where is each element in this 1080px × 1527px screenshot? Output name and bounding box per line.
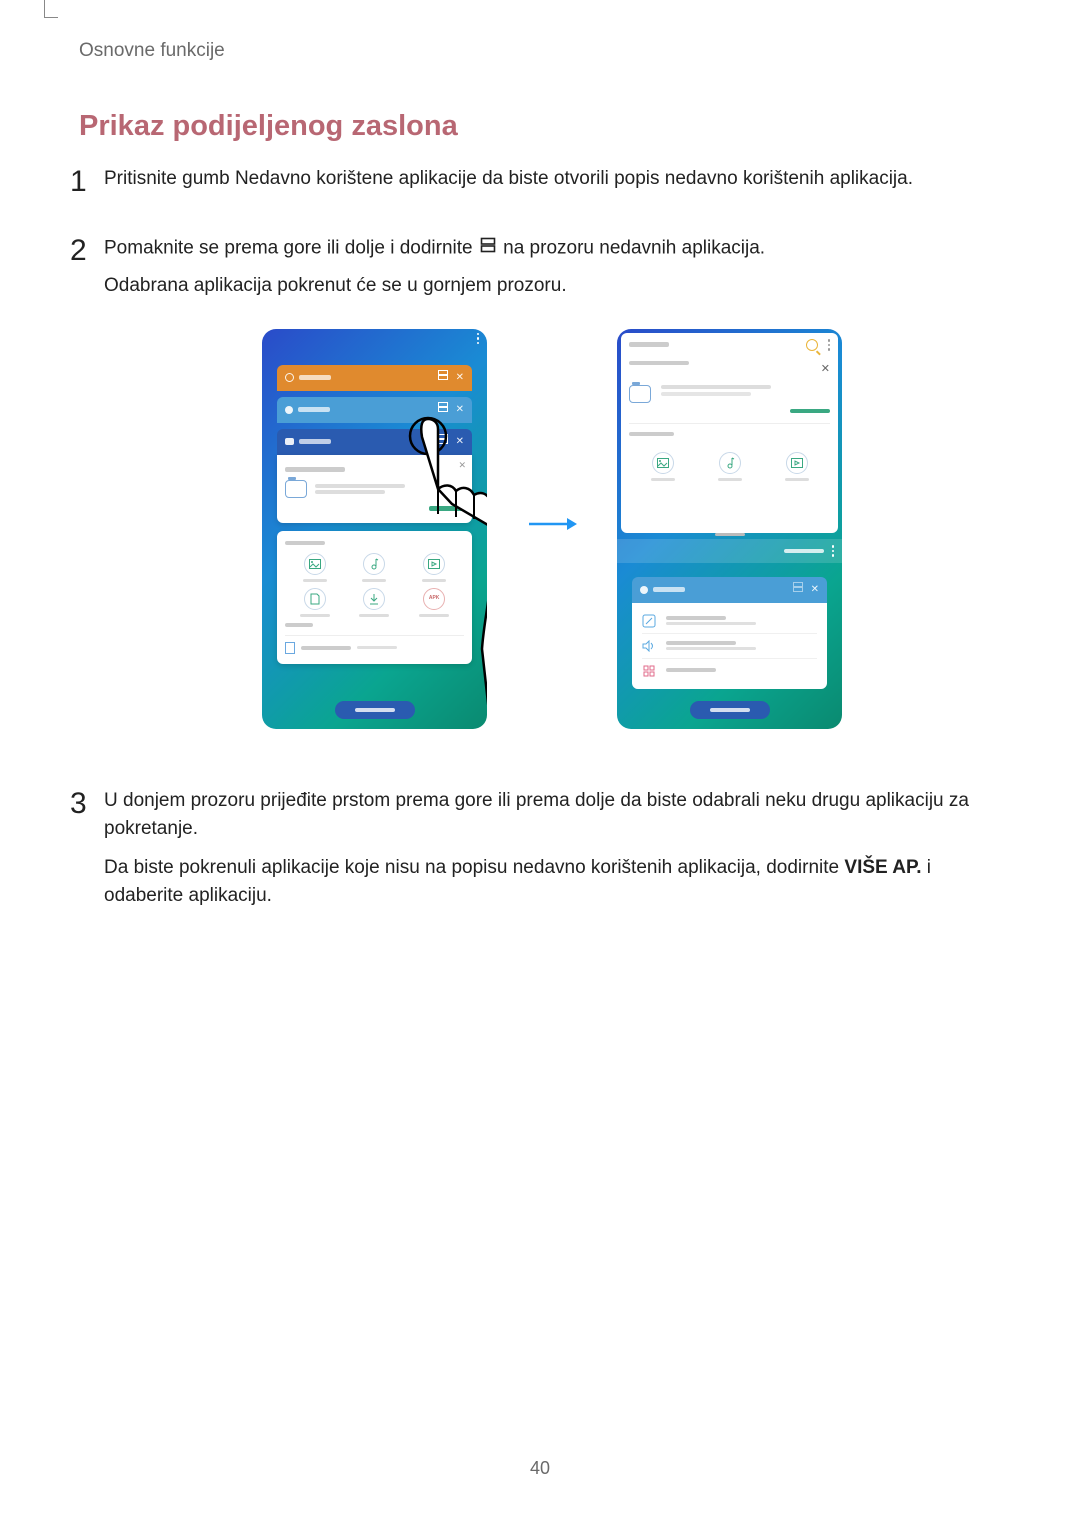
phone-left: ✕ ✕ bbox=[262, 329, 487, 729]
phone-statusbar bbox=[262, 329, 487, 349]
more-apps-bar bbox=[617, 539, 842, 563]
close-icon: ✕ bbox=[456, 370, 464, 385]
recent-card-header: ✕ bbox=[632, 577, 827, 603]
step-3: 3 U donjem prozoru prijeđite prstom prem… bbox=[70, 787, 1000, 921]
split-bottom-recents: ✕ bbox=[632, 571, 827, 689]
search-icon bbox=[806, 339, 818, 351]
step-1: 1 Pritisnite gumb Nedavno korištene apli… bbox=[70, 165, 1000, 204]
split-top-app: ✕ bbox=[621, 333, 838, 533]
music-icon bbox=[719, 452, 741, 474]
recent-card-header: ✕ bbox=[277, 365, 472, 391]
step-body: Pomaknite se prema gore ili dolje i dodi… bbox=[104, 234, 1000, 757]
hand-pointer-icon bbox=[392, 389, 487, 729]
sound-icon bbox=[642, 639, 656, 653]
page-number: 40 bbox=[0, 1458, 1080, 1479]
close-all-button bbox=[690, 701, 770, 719]
split-view-icon bbox=[480, 234, 496, 263]
video-icon bbox=[786, 452, 808, 474]
steps-container: 1 Pritisnite gumb Nedavno korištene apli… bbox=[70, 165, 1000, 951]
notifications-icon bbox=[642, 664, 656, 678]
folder-icon bbox=[629, 385, 651, 403]
action-link bbox=[790, 409, 830, 413]
section-title: Prikaz podijeljenog zaslona bbox=[79, 110, 458, 143]
more-icon bbox=[832, 545, 835, 557]
image-icon bbox=[652, 452, 674, 474]
close-icon: ✕ bbox=[811, 582, 819, 597]
phone-right: ✕ bbox=[617, 329, 842, 729]
step-2: 2 Pomaknite se prema gore ili dolje i do… bbox=[70, 234, 1000, 757]
arrow-right-icon bbox=[527, 514, 577, 544]
step-number: 2 bbox=[70, 234, 104, 266]
step-text: Pritisnite gumb Nedavno korištene aplika… bbox=[104, 165, 1000, 194]
more-apps-label bbox=[784, 549, 824, 553]
more-icon bbox=[828, 339, 831, 351]
step-number: 1 bbox=[70, 165, 104, 197]
folder-icon bbox=[285, 480, 307, 498]
step-text: U donjem prozoru prijeđite prstom prema … bbox=[104, 787, 1000, 844]
breadcrumb: Osnovne funkcije bbox=[79, 40, 225, 62]
connections-icon bbox=[642, 614, 656, 628]
split-divider-handle bbox=[715, 533, 745, 536]
app-title bbox=[629, 342, 669, 347]
step-text: Odabrana aplikacija pokrenut će se u gor… bbox=[104, 272, 1000, 301]
more-icon bbox=[477, 333, 480, 349]
music-icon bbox=[363, 553, 385, 575]
step-text: Pomaknite se prema gore ili dolje i dodi… bbox=[104, 234, 1000, 263]
download-icon bbox=[363, 588, 385, 610]
close-icon: ✕ bbox=[821, 361, 830, 378]
figure: ✕ ✕ bbox=[104, 329, 1000, 729]
bold-label: VIŠE AP. bbox=[844, 857, 921, 878]
split-view-icon bbox=[793, 582, 803, 592]
image-icon bbox=[304, 553, 326, 575]
settings-card bbox=[632, 603, 827, 689]
step-number: 3 bbox=[70, 787, 104, 819]
step-body: Pritisnite gumb Nedavno korištene aplika… bbox=[104, 165, 1000, 204]
split-view-icon bbox=[438, 370, 448, 380]
tab-edge-decor bbox=[44, 0, 58, 18]
step-text: Da biste pokrenuli aplikacije koje nisu … bbox=[104, 854, 1000, 911]
storage-icon bbox=[285, 642, 295, 654]
document-icon bbox=[304, 588, 326, 610]
step-body: U donjem prozoru prijeđite prstom prema … bbox=[104, 787, 1000, 921]
